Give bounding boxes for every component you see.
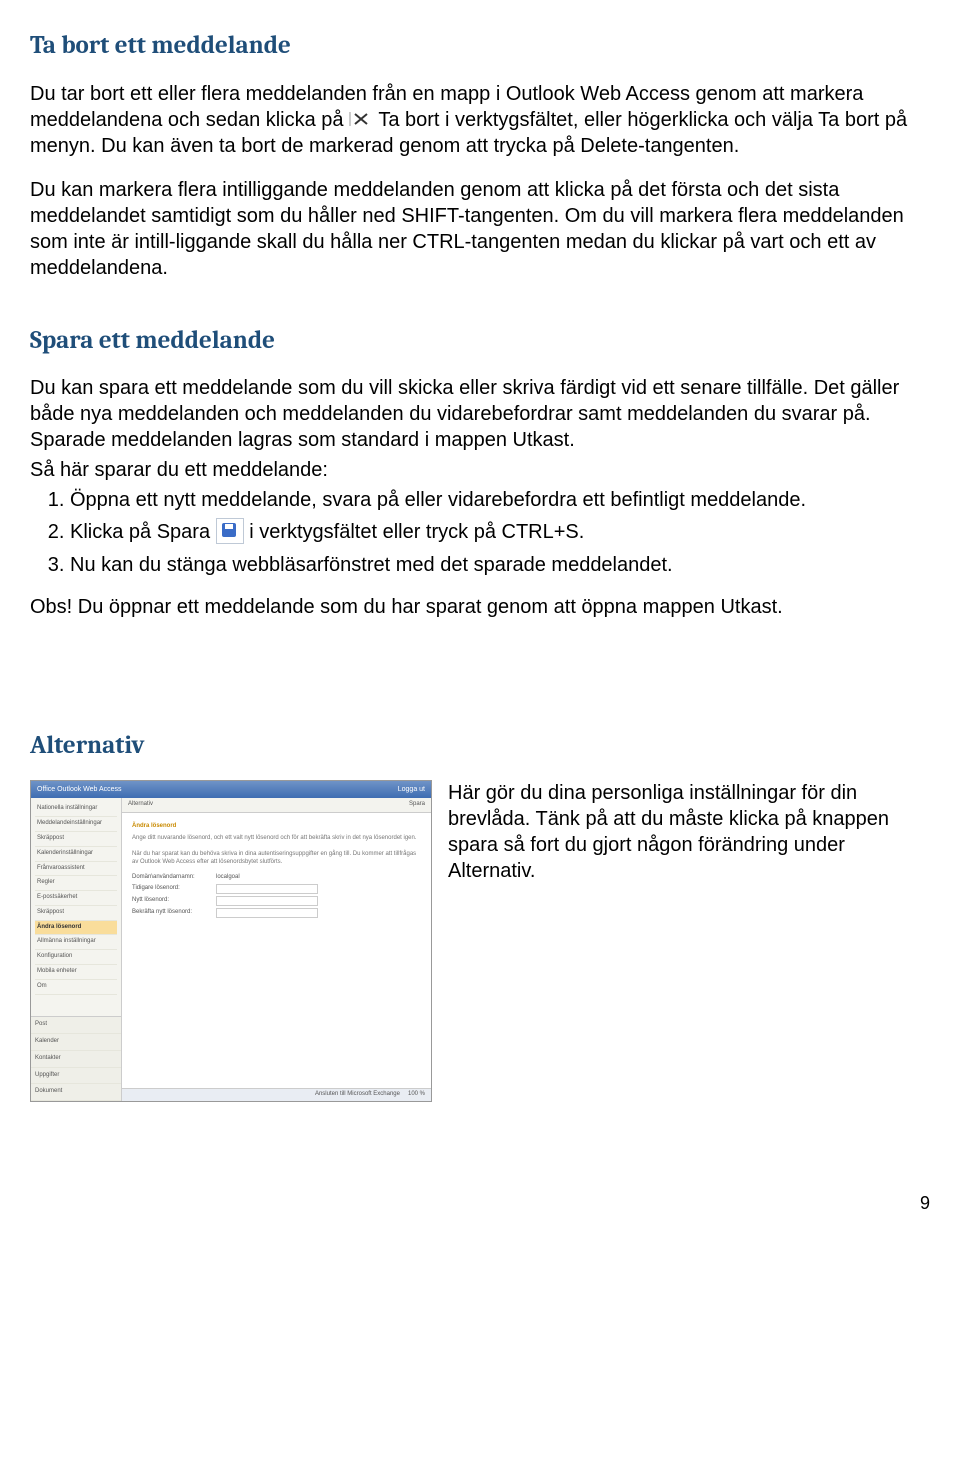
sidebar-item: Allmänna inställningar xyxy=(35,935,117,950)
owa-content: Ändra lösenord Ange ditt nuvarande lösen… xyxy=(122,813,431,930)
field-input xyxy=(216,884,318,894)
sidebar-item: Mobila enheter xyxy=(35,965,117,980)
sidebar-item: E-postsäkerhet xyxy=(35,891,117,906)
heading-delete-message: Ta bort ett meddelande xyxy=(30,30,930,63)
para-delete-1: Du tar bort ett eller flera meddelanden … xyxy=(30,81,930,159)
sidebar-nav-kalender: Kalender xyxy=(31,1034,121,1051)
sidebar-item: Meddelandeinställningar xyxy=(35,817,117,832)
owa-content-desc1: Ange ditt nuvarande lösenord, och ett va… xyxy=(132,835,421,843)
page-number: 9 xyxy=(30,1192,930,1215)
para-obs: Obs! Du öppnar ett meddelande som du har… xyxy=(30,594,930,620)
owa-brand: Office Outlook Web Access xyxy=(37,785,122,794)
save-icon xyxy=(216,518,244,544)
text: Klicka på Spara xyxy=(70,521,216,543)
heading-alternativ: Alternativ xyxy=(30,730,930,763)
owa-screenshot-thumbnail: Office Outlook Web Access Logga ut Natio… xyxy=(30,780,432,1102)
owa-header: Office Outlook Web Access Logga ut xyxy=(31,781,431,798)
sidebar-item: Skräppost xyxy=(35,906,117,921)
delete-x-icon xyxy=(349,109,373,127)
field-input xyxy=(216,896,318,906)
save-step-3: Nu kan du stänga webbläsarfönstret med d… xyxy=(70,552,930,578)
owa-content-desc2: När du har sparat kan du behöva skriva i… xyxy=(132,851,421,867)
save-step-2: Klicka på Spara i verktygsfältet eller t… xyxy=(70,519,930,546)
sidebar-nav-dokument: Dokument xyxy=(31,1084,121,1101)
sidebar-item: Nationella inställningar xyxy=(35,802,117,817)
field-label: Tidigare lösenord: xyxy=(132,885,210,893)
field-input xyxy=(216,908,318,918)
save-steps-list: Öppna ett nytt meddelande, svara på elle… xyxy=(30,487,930,578)
field-label: Domän\användarnamn: xyxy=(132,874,210,882)
sidebar-item: Regler xyxy=(35,876,117,891)
field-label: Nytt lösenord: xyxy=(132,897,210,905)
owa-footer-status: Ansluten till Microsoft Exchange xyxy=(315,1091,400,1099)
owa-logout: Logga ut xyxy=(398,785,425,794)
sidebar-item: Konfiguration xyxy=(35,950,117,965)
sidebar-nav-post: Post xyxy=(31,1017,121,1034)
sidebar-item-active: Ändra lösenord xyxy=(35,921,117,936)
owa-toolbar-save: Spara xyxy=(409,801,425,809)
para-delete-2: Du kan markera flera intilliggande medde… xyxy=(30,177,930,281)
save-step-1: Öppna ett nytt meddelande, svara på elle… xyxy=(70,487,930,513)
text: i verktygsfältet eller tryck på CTRL+S. xyxy=(249,521,584,543)
sidebar-item: Skräppost xyxy=(35,832,117,847)
owa-content-title: Ändra lösenord xyxy=(132,823,421,831)
para-save-2: Så här sparar du ett meddelande: xyxy=(30,457,930,483)
owa-sidebar: Nationella inställningar Meddelandeinstä… xyxy=(31,798,122,1101)
sidebar-item: Frånvaroassistent xyxy=(35,862,117,877)
owa-toolbar: Alternativ Spara xyxy=(122,798,431,813)
heading-save-message: Spara ett meddelande xyxy=(30,325,930,358)
sidebar-item: Kalenderinställningar xyxy=(35,847,117,862)
owa-footer: Ansluten till Microsoft Exchange 100 % xyxy=(122,1088,431,1101)
para-alternativ: Här gör du dina personliga inställningar… xyxy=(448,780,930,884)
owa-toolbar-title: Alternativ xyxy=(128,801,153,809)
field-label: Bekräfta nytt lösenord: xyxy=(132,909,210,917)
field-value: localgoal xyxy=(216,874,240,882)
para-save-1: Du kan spara ett meddelande som du vill … xyxy=(30,375,930,453)
sidebar-item: Om xyxy=(35,980,117,995)
sidebar-nav-uppgifter: Uppgifter xyxy=(31,1068,121,1085)
owa-footer-zoom: 100 % xyxy=(408,1091,425,1099)
sidebar-nav-kontakter: Kontakter xyxy=(31,1051,121,1068)
